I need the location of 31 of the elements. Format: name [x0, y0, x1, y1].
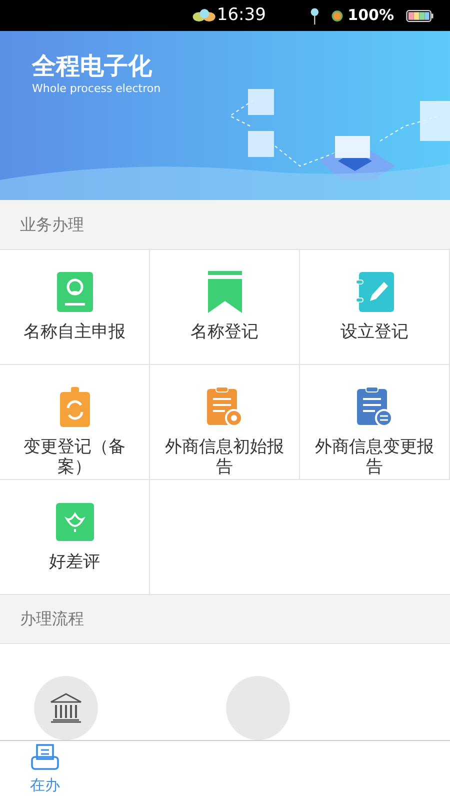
- clock: 16:39: [216, 4, 266, 27]
- tile-label: 外商信息变更报告: [314, 437, 435, 478]
- bookmark-icon: [208, 271, 242, 314]
- banner-subtitle: Whole process electron: [32, 81, 162, 98]
- flower-icon: [56, 503, 94, 542]
- tile-label: 名称登记: [190, 322, 258, 342]
- service-tile[interactable]: 外商信息变更报告: [300, 365, 450, 480]
- tile-label: 外商信息初始报告: [164, 437, 285, 478]
- battery-percent: 100%: [348, 5, 394, 26]
- tile-label: 变更登记（备案）: [22, 437, 126, 478]
- service-tile[interactable]: 好差评: [0, 480, 150, 596]
- section-header: 业务办理: [0, 200, 450, 250]
- printer-icon: [31, 744, 59, 770]
- service-tile[interactable]: 名称自主申报: [0, 250, 150, 366]
- report-target-icon: [206, 387, 242, 428]
- contact-card-icon: [56, 272, 92, 312]
- banner-title: 全程电子化: [32, 51, 153, 82]
- target-icon: [331, 8, 344, 24]
- bank-icon: [50, 692, 82, 723]
- tile-label: 好差评: [49, 552, 100, 572]
- report-swap-icon: [356, 387, 392, 428]
- battery-icon: [406, 8, 434, 24]
- tile-label: 名称自主申报: [24, 322, 126, 342]
- service-tile[interactable]: 设立登记: [300, 250, 450, 366]
- service-tile[interactable]: 名称登记: [150, 250, 300, 366]
- section-header: 办理流程: [0, 595, 450, 644]
- notebook-pencil-icon: [356, 272, 394, 312]
- tile-label: 设立登记: [340, 322, 408, 342]
- service-tile[interactable]: 外商信息初始报告: [150, 365, 300, 480]
- service-tile[interactable]: 变更登记（备案）: [0, 365, 150, 480]
- clipboard-refresh-icon: [60, 387, 90, 428]
